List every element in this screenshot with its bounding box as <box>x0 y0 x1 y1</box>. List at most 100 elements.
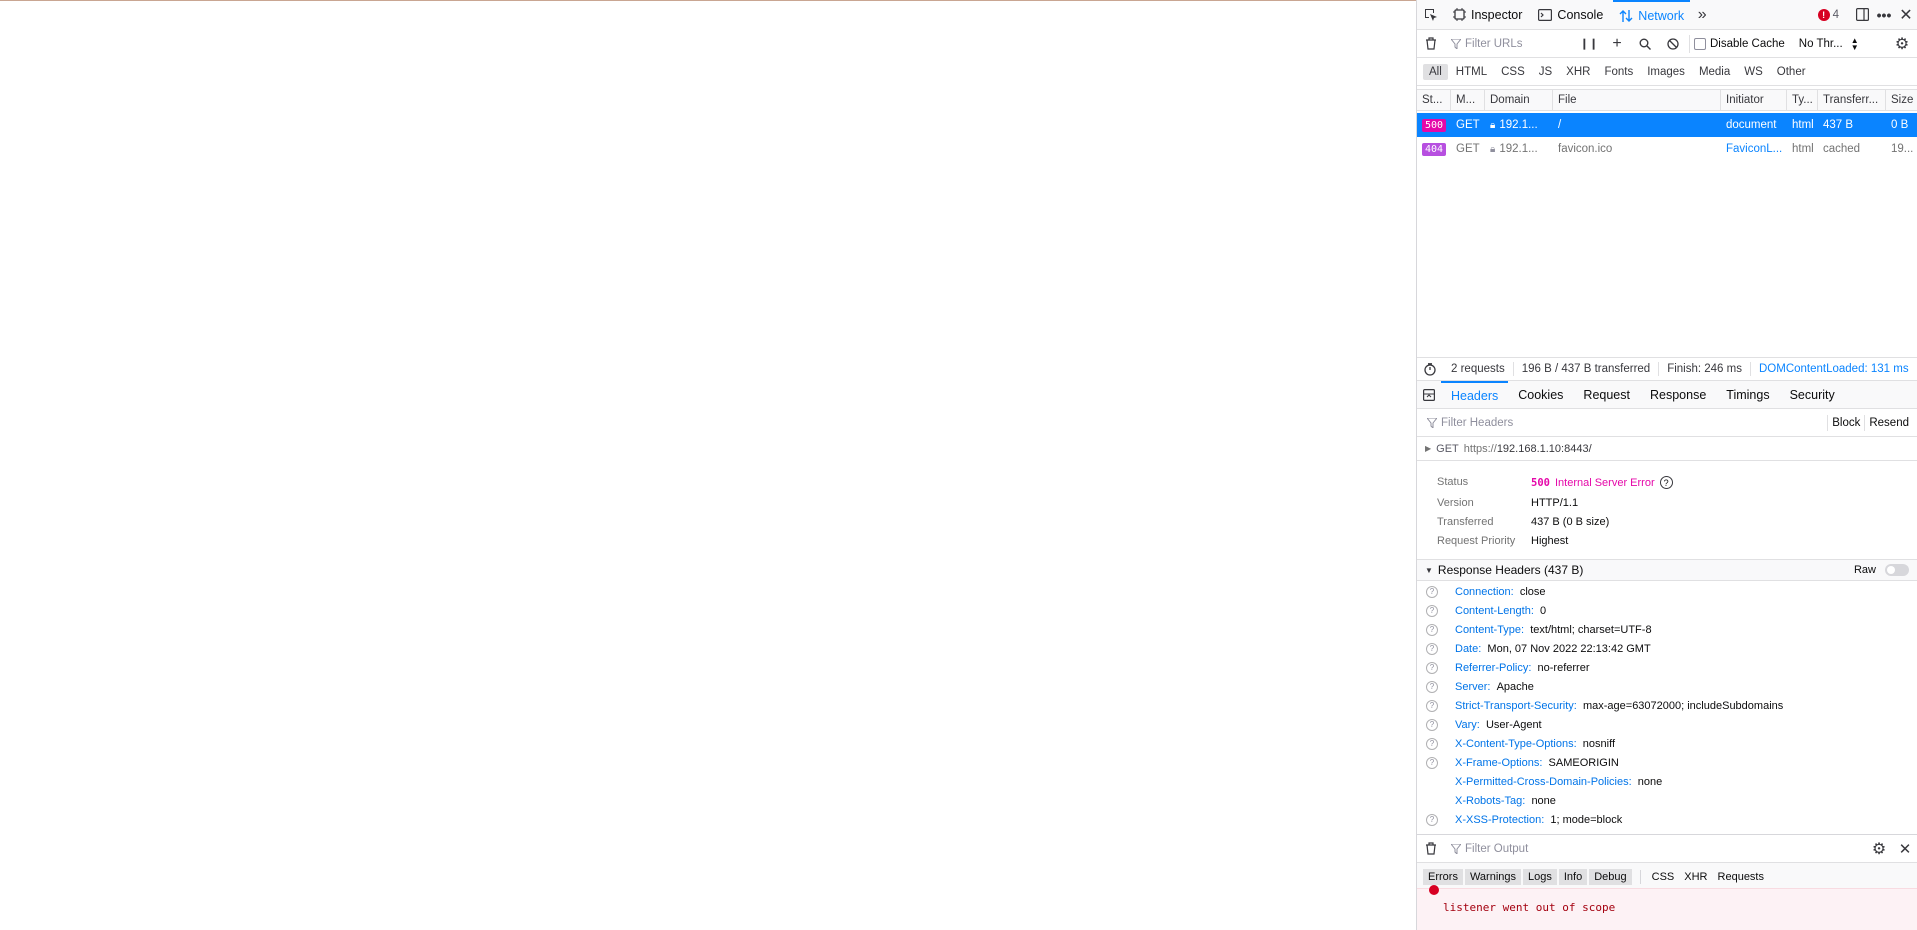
tab-timings[interactable]: Timings <box>1716 381 1779 409</box>
col-type[interactable]: Ty... <box>1787 90 1818 110</box>
status-help-icon[interactable]: ? <box>1659 476 1673 489</box>
row-size: 19... <box>1891 143 1914 155</box>
disable-cache-label: Disable Cache <box>1710 37 1785 50</box>
header-value: no-referrer <box>1537 661 1590 674</box>
tab-cookies[interactable]: Cookies <box>1508 381 1573 409</box>
tab-console[interactable]: Console <box>1532 0 1609 30</box>
tab-headers[interactable]: Headers <box>1441 380 1509 409</box>
console-filter-errors[interactable]: Errors <box>1423 868 1463 885</box>
table-row[interactable]: 500 GET 🔒︎ 192.1... / document html 437 … <box>1417 113 1917 137</box>
type-filter-xhr[interactable]: XHR <box>1560 64 1596 80</box>
col-transferred[interactable]: Transferr... <box>1818 90 1886 110</box>
tab-network[interactable]: Network <box>1613 0 1691 30</box>
performance-stopwatch-icon[interactable] <box>1417 358 1443 380</box>
col-method[interactable]: M... <box>1451 90 1485 110</box>
network-settings-gear-icon[interactable]: ⚙ <box>1887 30 1917 58</box>
col-status[interactable]: St... <box>1417 90 1451 110</box>
help-icon[interactable]: ? <box>1426 680 1438 693</box>
filter-output-input[interactable]: Filter Output <box>1445 843 1865 855</box>
header-name: Referrer-Policy: <box>1455 661 1532 674</box>
block-button[interactable]: Block <box>1827 414 1864 431</box>
network-summary-bar: 2 requests 196 B / 437 B transferred Fin… <box>1417 357 1917 381</box>
type-filter-other[interactable]: Other <box>1771 64 1812 80</box>
type-filter-css[interactable]: CSS <box>1495 64 1531 80</box>
search-icon[interactable] <box>1631 30 1659 58</box>
row-domain: 192.1... <box>1499 143 1538 155</box>
filter-headers-placeholder: Filter Headers <box>1441 416 1514 429</box>
console-filter-xhr[interactable]: XHR <box>1679 869 1712 885</box>
type-filter-images[interactable]: Images <box>1641 64 1691 80</box>
help-icon[interactable]: ? <box>1426 623 1438 636</box>
status-row: Status 500 Internal Server Error ? <box>1437 476 1837 492</box>
meatball-menu-icon[interactable]: ••• <box>1873 0 1895 30</box>
lock-icon: 🔒︎ <box>1490 143 1496 155</box>
console-settings-gear-icon[interactable]: ⚙ <box>1865 835 1893 863</box>
row-domain: 192.1... <box>1499 119 1538 131</box>
close-devtools-icon[interactable]: ✕ <box>1895 0 1917 30</box>
type-filter-ws[interactable]: WS <box>1738 64 1769 80</box>
col-file[interactable]: File <box>1553 90 1721 110</box>
help-icon[interactable]: ? <box>1426 642 1438 655</box>
console-filter-logs[interactable]: Logs <box>1523 868 1557 885</box>
row-initiator-link[interactable]: FaviconL... <box>1721 137 1787 161</box>
help-icon[interactable]: ? <box>1426 737 1438 750</box>
page-content <box>0 0 1416 930</box>
toggle-sidebar-icon[interactable] <box>1417 381 1441 409</box>
summary-transferred: 196 B / 437 B transferred <box>1514 362 1660 376</box>
help-icon[interactable]: ? <box>1426 661 1438 674</box>
help-icon[interactable]: ? <box>1426 699 1438 712</box>
type-filter-media[interactable]: Media <box>1693 64 1736 80</box>
console-filter-requests[interactable]: Requests <box>1713 869 1769 885</box>
console-filter-css[interactable]: CSS <box>1647 869 1680 885</box>
status-badge: 500 <box>1422 118 1447 132</box>
version-value: HTTP/1.1 <box>1531 497 1579 509</box>
pause-icon[interactable]: ❙❙ <box>1575 30 1603 58</box>
element-picker-icon[interactable] <box>1417 0 1445 30</box>
error-count-badge[interactable]: ! 4 <box>1817 8 1839 21</box>
tab-security[interactable]: Security <box>1780 381 1845 409</box>
devtools-toolbar: Inspector Console Network » ! 4 ••• ✕ <box>1417 0 1917 30</box>
console-filter-debug[interactable]: Debug <box>1589 868 1632 885</box>
tab-response[interactable]: Response <box>1640 381 1716 409</box>
col-size[interactable]: Size <box>1886 90 1917 110</box>
request-url: https://192.168.1.10:8443/ <box>1464 443 1592 455</box>
header-name: Content-Type: <box>1455 623 1525 636</box>
block-requests-icon[interactable] <box>1659 30 1687 58</box>
response-headers-section[interactable]: ▼ Response Headers (437 B) Raw <box>1417 559 1917 581</box>
tab-inspector[interactable]: Inspector <box>1447 0 1528 30</box>
table-row[interactable]: 404 GET 🔒︎ 192.1... favicon.ico FaviconL… <box>1417 137 1917 161</box>
close-split-console-icon[interactable]: ✕ <box>1893 835 1917 863</box>
console-filter-warnings[interactable]: Warnings <box>1464 868 1522 885</box>
clear-console-icon[interactable] <box>1417 835 1445 863</box>
dock-side-icon[interactable] <box>1851 0 1873 30</box>
help-icon[interactable]: ? <box>1426 813 1438 826</box>
type-filter-html[interactable]: HTML <box>1450 64 1493 80</box>
filter-urls-input[interactable]: Filter URLs <box>1445 38 1575 50</box>
clear-requests-icon[interactable] <box>1417 30 1445 58</box>
request-summary-line[interactable]: ▶ GET https://192.168.1.10:8443/ <box>1417 437 1917 461</box>
error-icon: ! <box>1817 8 1830 21</box>
console-filter-info[interactable]: Info <box>1558 868 1588 885</box>
raw-toggle[interactable] <box>1885 564 1909 576</box>
summary-domcontentloaded: DOMContentLoaded: 131 ms <box>1758 363 1909 375</box>
type-filter-fonts[interactable]: Fonts <box>1598 64 1639 80</box>
tab-request[interactable]: Request <box>1573 381 1640 409</box>
col-initiator[interactable]: Initiator <box>1721 90 1787 110</box>
add-filter-icon[interactable]: + <box>1603 30 1631 58</box>
col-domain[interactable]: Domain <box>1485 90 1553 110</box>
header-name: Vary: <box>1455 718 1480 731</box>
header-name: Strict-Transport-Security: <box>1455 699 1577 712</box>
more-tabs-icon[interactable]: » <box>1690 0 1714 30</box>
help-icon[interactable]: ? <box>1426 756 1438 769</box>
disable-cache-checkbox[interactable]: Disable Cache <box>1689 34 1785 53</box>
help-icon[interactable]: ? <box>1426 604 1438 617</box>
type-filter-js[interactable]: JS <box>1533 64 1558 80</box>
throttling-select[interactable]: No Thr... ▲ ▼ <box>1799 35 1859 52</box>
resend-button[interactable]: Resend <box>1864 414 1913 431</box>
select-arrows-icon: ▲ ▼ <box>1850 35 1859 52</box>
header-name: Server: <box>1455 680 1491 693</box>
filter-headers-input[interactable]: Filter Headers <box>1417 417 1827 429</box>
help-icon[interactable]: ? <box>1426 718 1438 731</box>
help-icon[interactable]: ? <box>1426 585 1438 598</box>
type-filter-all[interactable]: All <box>1423 63 1448 80</box>
